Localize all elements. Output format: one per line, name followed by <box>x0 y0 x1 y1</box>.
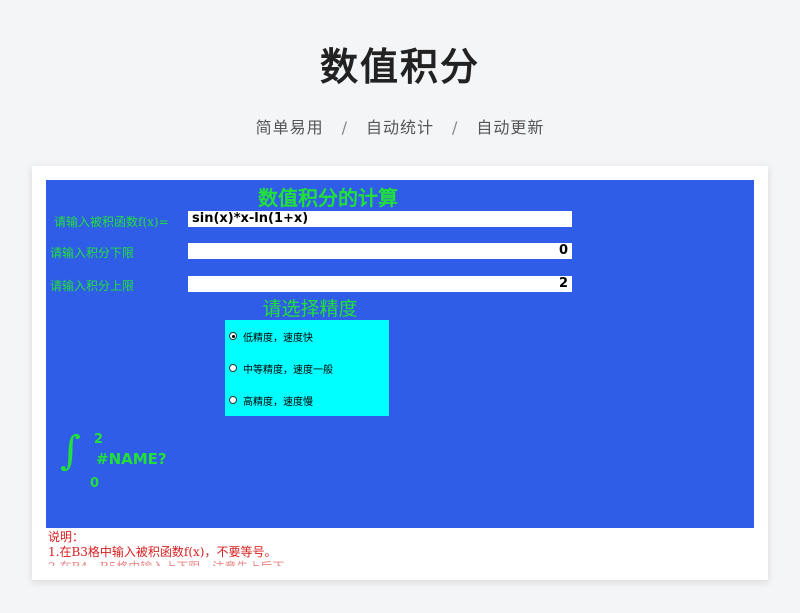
function-input[interactable]: sin(x)*x-ln(1+x) <box>188 211 572 227</box>
radio-empty-icon[interactable] <box>229 364 237 372</box>
integral-lower-bound: 0 <box>90 476 100 491</box>
option-medium-precision[interactable]: 中等精度，速度一般 <box>229 360 333 376</box>
option-high-precision[interactable]: 高精度，速度慢 <box>229 392 313 408</box>
function-label: 请输入被积函数f(x)= <box>54 215 169 229</box>
spreadsheet-preview-card: 数值积分的计算 请输入被积函数f(x)= sin(x)*x-ln(1+x) 请输… <box>32 166 768 580</box>
precision-options: 低精度，速度快 中等精度，速度一般 高精度，速度慢 <box>225 320 389 416</box>
tag-separator: / <box>452 118 459 137</box>
precision-title: 请选择精度 <box>262 298 358 320</box>
page-title: 数值积分 <box>319 45 480 89</box>
upper-limit-input[interactable]: 2 <box>188 276 572 292</box>
integral-result: #NAME? <box>96 450 167 468</box>
lower-limit-label: 请输入积分下限 <box>50 246 135 260</box>
feature-tags: 简单易用 / 自动统计 / 自动更新 <box>0 114 800 138</box>
sheet-title: 数值积分的计算 <box>258 186 398 210</box>
instructions: 说明： 1.在B3格中输入被积函数f(x)，不要等号。 2.在B4、B5格中输入… <box>48 530 748 566</box>
option-label: 高精度，速度慢 <box>243 396 313 408</box>
tag-auto-update: 自动更新 <box>476 118 545 137</box>
tag-auto-stats: 自动统计 <box>365 118 434 137</box>
option-label: 中等精度，速度一般 <box>243 364 333 376</box>
notes-heading: 说明： <box>48 530 85 544</box>
option-label: 低精度，速度快 <box>243 332 313 344</box>
tag-separator: / <box>341 118 348 137</box>
radio-empty-icon[interactable] <box>229 396 237 404</box>
integral-upper-bound: 2 <box>94 432 104 447</box>
note-line: 2.在B4、B5格中输入上下限，注意先上后下 <box>48 560 748 566</box>
calculation-sheet: 数值积分的计算 请输入被积函数f(x)= sin(x)*x-ln(1+x) 请输… <box>46 180 754 528</box>
option-low-precision[interactable]: 低精度，速度快 <box>229 328 313 344</box>
tag-easy: 简单易用 <box>255 118 324 137</box>
upper-limit-label: 请输入积分上限 <box>50 279 135 293</box>
lower-limit-input[interactable]: 0 <box>188 243 572 259</box>
note-line: 1.在B3格中输入被积函数f(x)，不要等号。 <box>48 545 277 559</box>
radio-selected-icon[interactable] <box>229 332 237 340</box>
integral-icon: ∫ <box>60 428 81 474</box>
